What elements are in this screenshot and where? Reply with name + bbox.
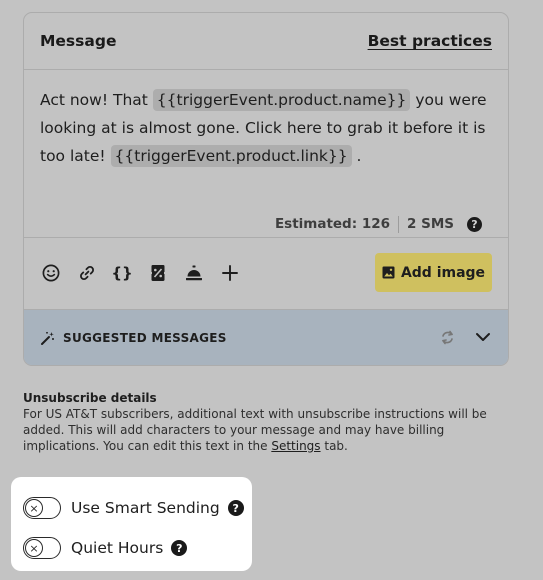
quiet-hours-toggle[interactable]: ×	[23, 537, 61, 559]
quiet-hours-label: Quiet Hours	[71, 539, 164, 557]
message-text-part: .	[351, 147, 362, 165]
unsubscribe-title: Unsubscribe details	[23, 391, 157, 405]
unsubscribe-text: For US AT&T subscribers, additional text…	[23, 406, 523, 454]
refresh-icon[interactable]	[439, 329, 456, 346]
help-icon[interactable]: ?	[227, 500, 244, 516]
curly-braces-icon[interactable]: {}	[111, 262, 133, 284]
message-card: Message Best practices Act now! That {{t…	[23, 12, 509, 366]
message-title: Message	[40, 32, 117, 50]
message-text-part: Act now! That	[40, 91, 153, 109]
emoji-icon[interactable]	[40, 262, 62, 284]
character-estimate: Estimated: 126 2 SMS ?	[275, 215, 482, 233]
best-practices-link[interactable]: Best practices	[368, 32, 492, 50]
coupon-icon[interactable]	[147, 262, 169, 284]
estimated-count: Estimated: 126	[274, 216, 391, 232]
smart-sending-label: Use Smart Sending	[71, 499, 220, 517]
unsubscribe-text-tail: tab.	[320, 439, 348, 453]
quiet-hours-row: × Quiet Hours ?	[23, 536, 188, 560]
product-name-token[interactable]: {{triggerEvent.product.name}}	[152, 89, 411, 111]
message-text[interactable]: Act now! That {{triggerEvent.product.nam…	[40, 86, 490, 170]
unsubscribe-text-body: For US AT&T subscribers, additional text…	[23, 407, 487, 453]
toggle-off-icon: ×	[25, 539, 43, 557]
help-icon[interactable]: ?	[171, 540, 188, 556]
add-image-button[interactable]: Add image	[375, 253, 492, 292]
settings-link[interactable]: Settings	[271, 439, 320, 453]
estimate-divider	[398, 215, 400, 233]
image-icon	[382, 266, 395, 279]
toggle-off-icon: ×	[25, 499, 43, 517]
chevron-down-icon[interactable]	[475, 330, 491, 344]
editor-toolbar: {} Add image	[24, 238, 508, 309]
sms-count: 2 SMS	[407, 216, 454, 232]
suggested-messages-bar[interactable]: SUGGESTED MESSAGES	[24, 309, 508, 365]
toggle-panel: × Use Smart Sending ? × Quiet Hours ?	[11, 477, 252, 571]
plus-icon[interactable]	[219, 262, 241, 284]
message-card-header: Message Best practices	[24, 13, 508, 70]
magic-wand-icon	[40, 331, 55, 346]
smart-sending-toggle[interactable]: ×	[23, 497, 61, 519]
message-editor[interactable]: Act now! That {{triggerEvent.product.nam…	[24, 70, 508, 238]
unsubscribe-details: Unsubscribe details For US AT&T subscrib…	[23, 391, 523, 454]
product-link-token[interactable]: {{triggerEvent.product.link}}	[110, 145, 352, 167]
add-image-label: Add image	[400, 264, 486, 281]
suggested-messages-label: SUGGESTED MESSAGES	[63, 331, 227, 345]
service-bell-icon[interactable]	[183, 262, 205, 284]
help-icon[interactable]: ?	[467, 216, 482, 232]
smart-sending-row: × Use Smart Sending ?	[23, 496, 244, 520]
link-icon[interactable]	[76, 262, 98, 284]
